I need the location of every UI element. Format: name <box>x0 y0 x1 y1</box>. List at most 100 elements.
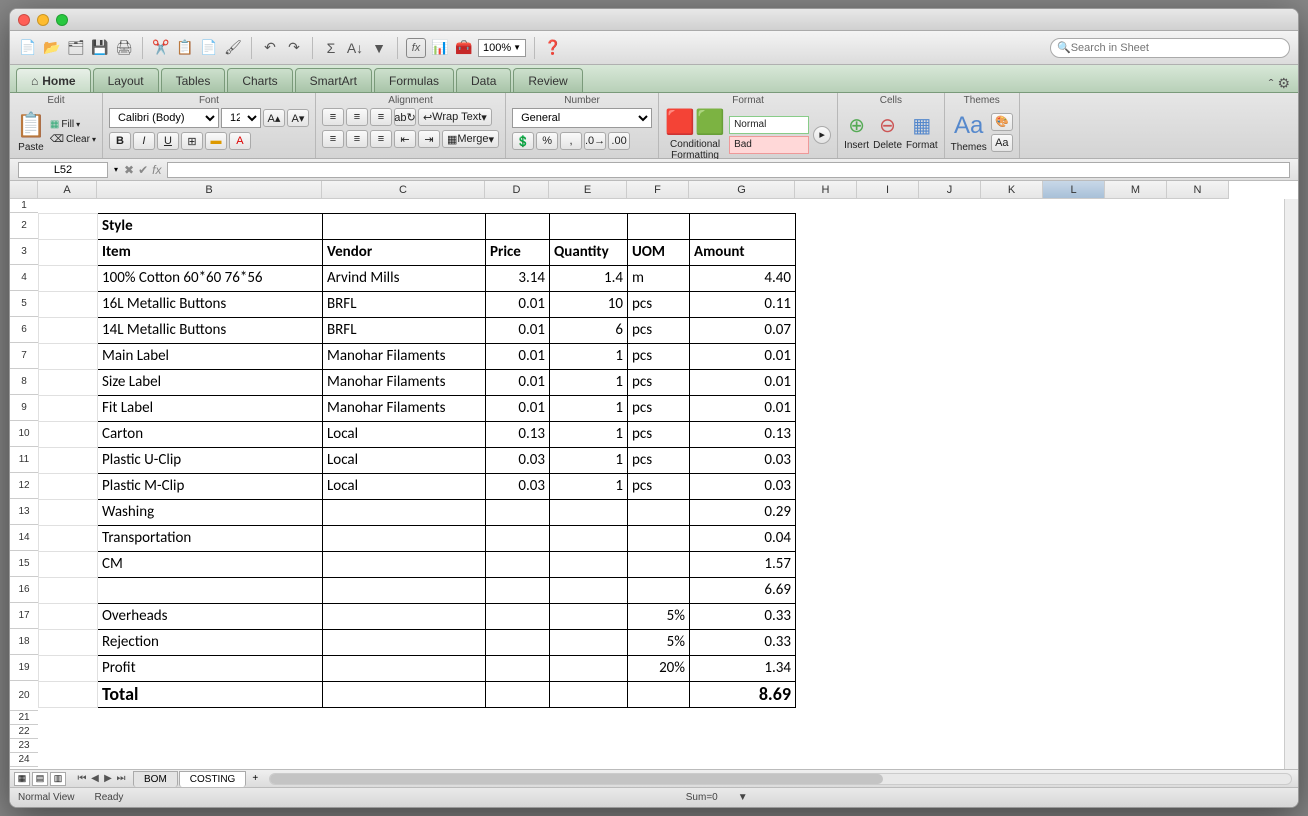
cell[interactable] <box>628 525 690 551</box>
cell[interactable]: Carton <box>98 421 323 447</box>
row-header[interactable]: 22 <box>10 725 38 739</box>
fill-color-button[interactable]: ▬ <box>205 132 227 150</box>
cell[interactable]: 1 <box>550 421 628 447</box>
collapse-ribbon-icon[interactable]: ˆ <box>1269 76 1274 92</box>
cell[interactable]: Transportation <box>98 525 323 551</box>
underline-button[interactable]: U <box>157 132 179 150</box>
themes-button[interactable]: AaThemes <box>951 112 987 153</box>
col-header-m[interactable]: M <box>1105 181 1167 199</box>
col-header-f[interactable]: F <box>627 181 689 199</box>
gallery-icon[interactable]: 🗂 <box>66 38 86 58</box>
tab-review[interactable]: Review <box>513 68 582 92</box>
align-center-icon[interactable]: ≡ <box>346 130 368 148</box>
cell[interactable]: 0.01 <box>486 343 550 369</box>
tab-data[interactable]: Data <box>456 68 511 92</box>
format-cells-button[interactable]: ▦Format <box>906 113 938 151</box>
help-icon[interactable]: ❓ <box>543 38 563 58</box>
cell[interactable]: BRFL <box>323 291 486 317</box>
conditional-formatting-button[interactable]: 🟥🟩Conditional Formatting <box>665 108 725 161</box>
row-header[interactable]: 4 <box>10 265 38 291</box>
cell[interactable]: 6 <box>550 317 628 343</box>
cell[interactable]: 0.01 <box>486 369 550 395</box>
cell[interactable]: 14L Metallic Buttons <box>98 317 323 343</box>
cell[interactable] <box>628 551 690 577</box>
row-header[interactable]: 10 <box>10 421 38 447</box>
cell[interactable]: 0.01 <box>690 369 796 395</box>
indent-increase-icon[interactable]: ⇥ <box>418 130 440 148</box>
cell[interactable]: 0.07 <box>690 317 796 343</box>
decrease-font-icon[interactable]: A▾ <box>287 109 309 127</box>
cell[interactable]: Local <box>323 421 486 447</box>
zoom-selector[interactable]: 100%▼ <box>478 39 526 57</box>
cell[interactable]: pcs <box>628 317 690 343</box>
cell[interactable] <box>486 629 550 655</box>
cell[interactable]: m <box>628 265 690 291</box>
col-header-l[interactable]: L <box>1043 181 1105 199</box>
cell[interactable]: Manohar Filaments <box>323 369 486 395</box>
row-header[interactable]: 23 <box>10 739 38 753</box>
cell[interactable]: 10 <box>550 291 628 317</box>
cell[interactable]: 0.03 <box>486 447 550 473</box>
cell[interactable]: Local <box>323 447 486 473</box>
cell[interactable]: UOM <box>628 239 690 265</box>
cell[interactable]: 6.69 <box>690 577 796 603</box>
merge-button[interactable]: ▦ Merge ▾ <box>442 130 499 148</box>
cell[interactable]: 0.13 <box>486 421 550 447</box>
cell[interactable] <box>323 551 486 577</box>
fx-icon[interactable]: fx <box>406 38 426 58</box>
cell[interactable]: Overheads <box>98 603 323 629</box>
cell[interactable]: 1.57 <box>690 551 796 577</box>
cell[interactable]: pcs <box>628 447 690 473</box>
paste-button[interactable]: 📋Paste <box>16 111 46 153</box>
cell[interactable] <box>550 551 628 577</box>
fill-button[interactable]: ▦Fill▾ <box>50 119 96 130</box>
insert-cells-button[interactable]: ⊕Insert <box>844 113 869 151</box>
cell[interactable]: Plastic U-Clip <box>98 447 323 473</box>
cell[interactable] <box>550 629 628 655</box>
scroll-thumb[interactable] <box>270 774 882 784</box>
col-header-b[interactable]: B <box>97 181 322 199</box>
col-header-h[interactable]: H <box>795 181 857 199</box>
col-header-k[interactable]: K <box>981 181 1043 199</box>
cell[interactable]: Price <box>486 239 550 265</box>
font-color-button[interactable]: A <box>229 132 251 150</box>
cell[interactable]: 0.13 <box>690 421 796 447</box>
align-middle-icon[interactable]: ≡ <box>346 108 368 126</box>
increase-decimal-icon[interactable]: .0→ <box>584 132 606 150</box>
vertical-scrollbar[interactable] <box>1284 199 1298 769</box>
align-right-icon[interactable]: ≡ <box>370 130 392 148</box>
cell[interactable]: 0.01 <box>486 291 550 317</box>
cell[interactable] <box>486 655 550 681</box>
row-header[interactable]: 11 <box>10 447 38 473</box>
cell[interactable]: pcs <box>628 421 690 447</box>
cell[interactable]: 1.4 <box>550 265 628 291</box>
col-header-i[interactable]: I <box>857 181 919 199</box>
orientation-icon[interactable]: ab↻ <box>394 108 416 126</box>
cell[interactable]: 3.14 <box>486 265 550 291</box>
cell[interactable]: 1 <box>550 447 628 473</box>
row-header[interactable]: 5 <box>10 291 38 317</box>
clear-button[interactable]: ⌫Clear▾ <box>50 134 96 145</box>
align-top-icon[interactable]: ≡ <box>322 108 344 126</box>
cell[interactable] <box>550 499 628 525</box>
bold-button[interactable]: B <box>109 132 131 150</box>
cell[interactable]: Manohar Filaments <box>323 395 486 421</box>
cell[interactable] <box>323 577 486 603</box>
formula-bar[interactable] <box>167 162 1290 178</box>
tab-tables[interactable]: Tables <box>161 68 226 92</box>
col-header-e[interactable]: E <box>549 181 627 199</box>
cell[interactable]: Quantity <box>550 239 628 265</box>
cell[interactable]: BRFL <box>323 317 486 343</box>
select-all-corner[interactable] <box>10 181 38 199</box>
indent-decrease-icon[interactable]: ⇤ <box>394 130 416 148</box>
cell[interactable]: Main Label <box>98 343 323 369</box>
col-header-j[interactable]: J <box>919 181 981 199</box>
close-icon[interactable] <box>18 14 30 26</box>
cell[interactable] <box>323 525 486 551</box>
delete-cells-button[interactable]: ⊖Delete <box>873 113 902 151</box>
theme-colors-icon[interactable]: 🎨 <box>991 113 1013 131</box>
border-button[interactable]: ⊞ <box>181 132 203 150</box>
cell[interactable] <box>323 603 486 629</box>
cell[interactable]: Fit Label <box>98 395 323 421</box>
cell[interactable] <box>550 577 628 603</box>
